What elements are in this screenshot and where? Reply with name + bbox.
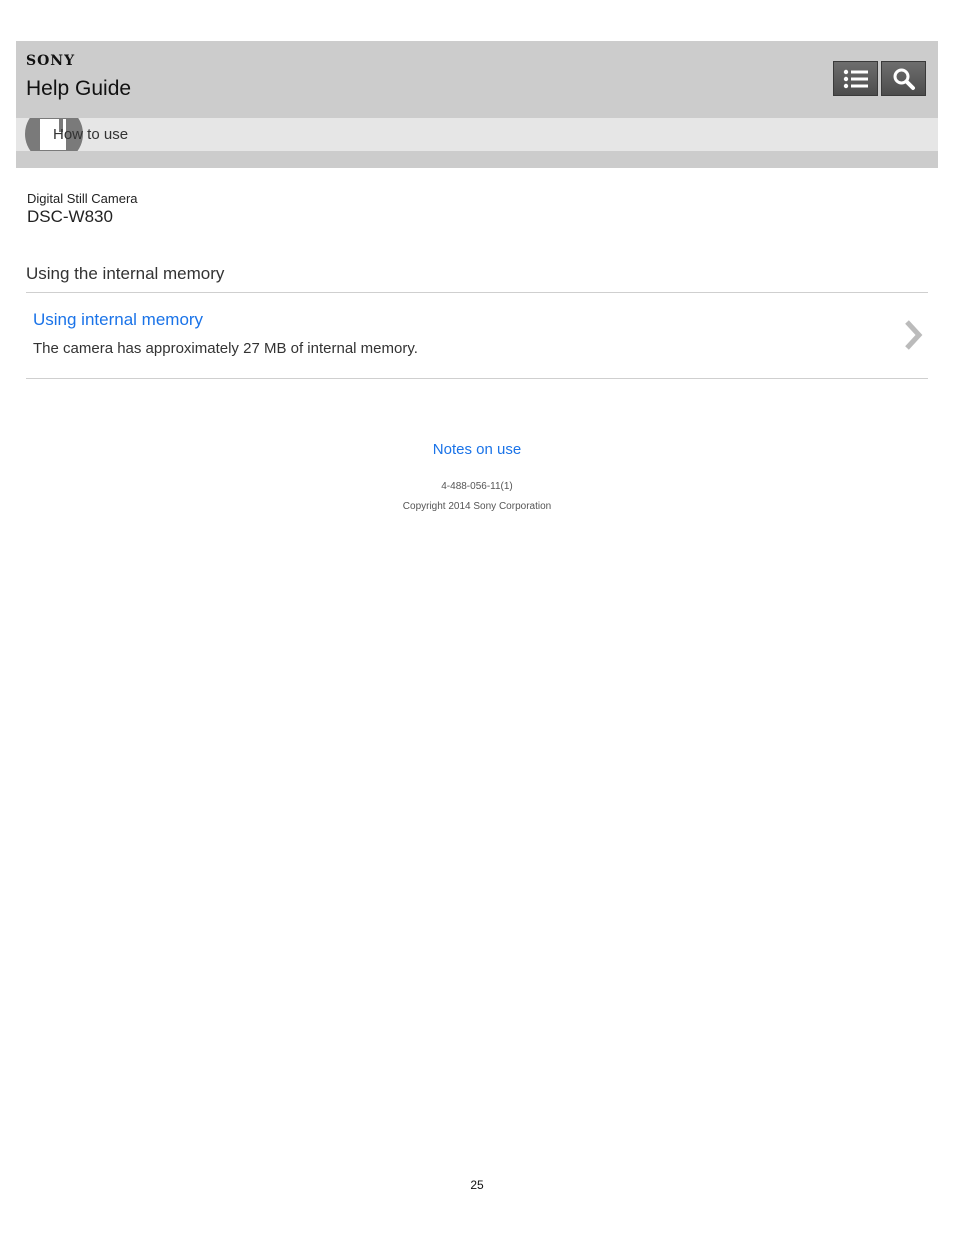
- topic-link[interactable]: Using internal memory: [33, 310, 203, 330]
- category-bar: How to use: [16, 118, 938, 151]
- copyright-text: Copyright 2014 Sony Corporation: [402, 501, 552, 512]
- sub-bar: [16, 151, 938, 168]
- sony-logo: SONY: [26, 53, 76, 69]
- search-button[interactable]: [881, 61, 926, 96]
- help-guide-title: Help Guide: [26, 77, 132, 100]
- search-icon: [893, 68, 915, 90]
- menu-button[interactable]: [833, 61, 878, 96]
- product-model: DSC-W830: [27, 207, 113, 226]
- notes-on-use-link: Notes on use: [0, 441, 954, 458]
- document-number: 4-488-056-11(1): [441, 481, 513, 492]
- topic-description: The camera has approximately 27 MB of in…: [33, 340, 418, 357]
- notes-on-use-link-text[interactable]: Notes on use: [433, 441, 521, 458]
- product-category: Digital Still Camera: [27, 191, 138, 206]
- header-bar: SONY Help Guide: [16, 41, 938, 118]
- chevron-right-icon[interactable]: [902, 319, 924, 351]
- list-menu-icon: [843, 69, 868, 88]
- page-title: Using the internal memory: [26, 264, 225, 283]
- category-label[interactable]: How to use: [53, 126, 128, 143]
- page-number: 25: [470, 1178, 484, 1192]
- divider: [26, 292, 928, 293]
- divider: [26, 378, 928, 379]
